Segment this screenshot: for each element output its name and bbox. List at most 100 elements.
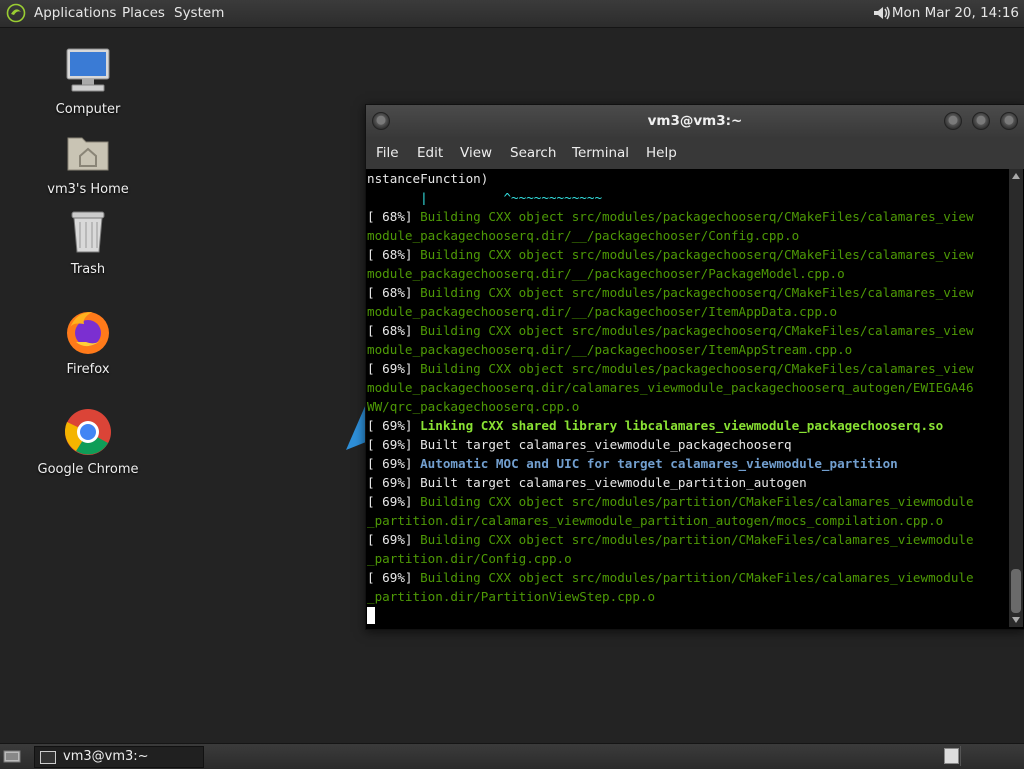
terminal-line: [ 68%] Building CXX object src/modules/p… [367, 207, 1008, 226]
progress-prefix: [ 69%] [367, 456, 421, 471]
scroll-down-arrow-icon[interactable] [1012, 617, 1020, 623]
terminal-line-text: Linking CXX shared library libcalamares_… [420, 418, 944, 433]
terminal-line: [ 68%] Building CXX object src/modules/p… [367, 245, 1008, 264]
terminal-scrollbar[interactable] [1009, 169, 1023, 627]
terminal-line-text: Building CXX object src/modules/partitio… [420, 494, 974, 509]
maximize-button[interactable] [972, 112, 990, 130]
terminal-line: [ 69%] Automatic MOC and UIC for target … [367, 454, 1008, 473]
terminal-line: [ 69%] Building CXX object src/modules/p… [367, 492, 1008, 511]
terminal-line-text: Building CXX object src/modules/packagec… [420, 361, 974, 376]
taskbar-item-terminal[interactable]: vm3@vm3:~ [34, 746, 204, 768]
terminal-line: module_packagechooserq.dir/__/packagecho… [367, 226, 1008, 245]
progress-prefix: [ 69%] [367, 437, 421, 452]
terminal-line-text: Built target calamares_viewmodule_packag… [420, 437, 792, 452]
window-title: vm3@vm3:~ [647, 113, 743, 129]
terminal-line-text: module_packagechooserq.dir/calamares_vie… [367, 380, 974, 395]
chrome-icon [62, 406, 114, 458]
taskbar-item-label: vm3@vm3:~ [63, 749, 149, 764]
desktop-icon-label: Computer [55, 102, 121, 117]
terminal-line: module_packagechooserq.dir/__/packagecho… [367, 302, 1008, 321]
terminal-line: | ^~~~~~~~~~~~~ [367, 188, 1008, 207]
terminal-line-text: Building CXX object src/modules/packagec… [420, 209, 974, 224]
menu-system[interactable]: System [174, 5, 224, 21]
clock[interactable]: Mon Mar 20, 14:16 [892, 5, 1019, 21]
terminal-line-text: _partition.dir/PartitionViewStep.cpp.o [367, 589, 656, 604]
menu-view[interactable]: View [460, 145, 492, 161]
desktop-icon-firefox[interactable]: Firefox [33, 306, 143, 377]
terminal-prompt-line [367, 606, 1008, 625]
progress-prefix: [ 68%] [367, 285, 421, 300]
menu-places[interactable]: Places [122, 5, 165, 21]
terminal-line-text: module_packagechooserq.dir/__/packagecho… [367, 304, 838, 319]
menu-help[interactable]: Help [646, 145, 677, 161]
menu-edit[interactable]: Edit [417, 145, 443, 161]
terminal-line-text: Building CXX object src/modules/packagec… [420, 323, 974, 338]
terminal-line: [ 69%] Built target calamares_viewmodule… [367, 473, 1008, 492]
show-desktop-icon[interactable] [3, 748, 21, 764]
workspace-switcher[interactable] [944, 748, 959, 764]
desktop-icon-label: Firefox [66, 362, 110, 377]
terminal-line: [ 69%] Building CXX object src/modules/p… [367, 568, 1008, 587]
progress-prefix: [ 69%] [367, 532, 421, 547]
menu-terminal[interactable]: Terminal [572, 145, 629, 161]
terminal-line-text: _partition.dir/Config.cpp.o [367, 551, 572, 566]
terminal-line-text: module_packagechooserq.dir/__/packagecho… [367, 342, 853, 357]
progress-prefix: [ 69%] [367, 494, 421, 509]
terminal-line-text: nstanceFunction) [367, 171, 489, 186]
scrollbar-thumb[interactable] [1011, 569, 1021, 613]
terminal-line-text: Building CXX object src/modules/packagec… [420, 247, 974, 262]
menu-search[interactable]: Search [510, 145, 556, 161]
terminal-line: [ 69%] Built target calamares_viewmodule… [367, 435, 1008, 454]
terminal-line: [ 68%] Building CXX object src/modules/p… [367, 321, 1008, 340]
panel-divider [960, 746, 961, 766]
terminal-line-text: Building CXX object src/modules/partitio… [420, 532, 974, 547]
terminal-line: WW/qrc_packagechooserq.cpp.o [367, 397, 1008, 416]
close-button[interactable] [1000, 112, 1018, 130]
text-cursor [367, 607, 375, 624]
terminal-line-text: module_packagechooserq.dir/__/packagecho… [367, 266, 845, 281]
terminal-line-text: | ^~~~~~~~~~~~~ [367, 190, 603, 205]
terminal-line: [ 69%] Building CXX object src/modules/p… [367, 359, 1008, 378]
terminal-line: [ 68%] Building CXX object src/modules/p… [367, 283, 1008, 302]
scroll-up-arrow-icon[interactable] [1012, 173, 1020, 179]
progress-prefix: [ 68%] [367, 323, 421, 338]
desktop-icon-home[interactable]: vm3's Home [33, 126, 143, 197]
desktop-icon-computer[interactable]: Computer [33, 46, 143, 117]
terminal-line: nstanceFunction) [367, 169, 1008, 188]
bottom-panel: vm3@vm3:~ [0, 743, 1024, 769]
terminal-line: _partition.dir/Config.cpp.o [367, 549, 1008, 568]
window-titlebar[interactable]: vm3@vm3:~ [366, 105, 1024, 137]
terminal-line-text: module_packagechooserq.dir/__/packagecho… [367, 228, 800, 243]
desktop-icon-label: Trash [70, 262, 106, 277]
desktop-icon-chrome[interactable]: Google Chrome [33, 406, 143, 477]
terminal-line: module_packagechooserq.dir/calamares_vie… [367, 378, 1008, 397]
desktop-icon-label: Google Chrome [37, 462, 139, 477]
computer-icon [62, 46, 114, 98]
distro-logo-icon[interactable] [6, 3, 26, 23]
terminal-menubar: File Edit View Search Terminal Help [366, 137, 1024, 169]
desktop-icon-trash[interactable]: Trash [33, 206, 143, 277]
terminal-line: module_packagechooserq.dir/__/packagecho… [367, 264, 1008, 283]
progress-prefix: [ 69%] [367, 361, 421, 376]
minimize-button[interactable] [944, 112, 962, 130]
terminal-line-text: _partition.dir/calamares_viewmodule_part… [367, 513, 944, 528]
home-folder-icon [62, 126, 114, 178]
terminal-line: _partition.dir/PartitionViewStep.cpp.o [367, 587, 1008, 606]
volume-icon[interactable] [871, 3, 891, 23]
progress-prefix: [ 69%] [367, 418, 421, 433]
progress-prefix: [ 68%] [367, 247, 421, 262]
progress-prefix: [ 69%] [367, 475, 421, 490]
menu-applications[interactable]: Applications [34, 5, 116, 21]
progress-prefix: [ 69%] [367, 570, 421, 585]
terminal-line-text: WW/qrc_packagechooserq.cpp.o [367, 399, 580, 414]
terminal-window[interactable]: vm3@vm3:~ File Edit View Search Terminal… [365, 104, 1024, 630]
terminal-output[interactable]: nstanceFunction) | ^~~~~~~~~~~~~ [ 68%] B… [367, 169, 1008, 627]
terminal-line-text: Automatic MOC and UIC for target calamar… [420, 456, 898, 471]
menu-file[interactable]: File [376, 145, 399, 161]
progress-prefix: [ 68%] [367, 209, 421, 224]
top-panel: Applications Places System Mon Mar 20, 1… [0, 0, 1024, 28]
terminal-line: module_packagechooserq.dir/__/packagecho… [367, 340, 1008, 359]
terminal-icon [40, 751, 56, 764]
firefox-icon [62, 306, 114, 358]
terminal-line: _partition.dir/calamares_viewmodule_part… [367, 511, 1008, 530]
